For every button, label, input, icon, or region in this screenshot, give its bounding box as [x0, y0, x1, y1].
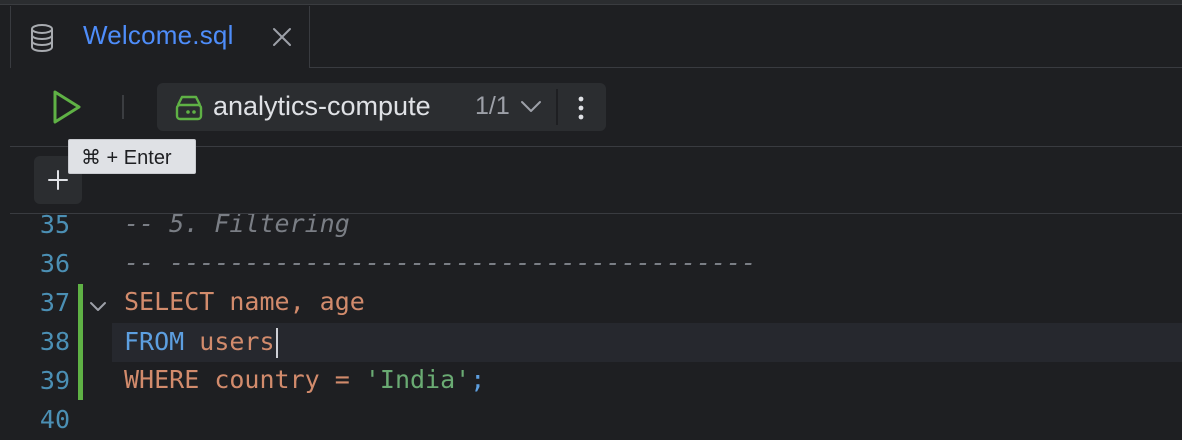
current-code-line: FROM users — [112, 323, 1182, 362]
sql-string: 'India' — [364, 365, 471, 394]
line-number: 36 — [39, 249, 70, 278]
text-cursor — [275, 328, 278, 358]
tab-welcome-sql[interactable]: Welcome.sql — [10, 6, 310, 68]
sql-keyword: WHERE — [124, 365, 200, 394]
more-vertical-icon[interactable] — [573, 95, 589, 121]
sql-identifiers: country = — [199, 365, 365, 394]
run-icon[interactable] — [48, 88, 84, 126]
code-line: -- 5. Filtering — [124, 214, 350, 238]
tab-title: Welcome.sql — [83, 20, 234, 50]
fold-chevron-icon[interactable] — [88, 300, 108, 314]
line-number: 39 — [39, 366, 70, 395]
editor-tab-bar: Welcome.sql — [10, 6, 1182, 68]
line-number: 38 — [39, 327, 70, 356]
line-number: 40 — [39, 405, 70, 434]
chevron-down-icon[interactable] — [520, 97, 542, 115]
code-line: WHERE country = 'India'; — [112, 365, 1182, 404]
server-icon — [175, 95, 203, 121]
change-marker — [78, 284, 83, 400]
code-line: -- -------------------------------------… — [124, 248, 757, 277]
line-number: 35 — [39, 214, 70, 239]
code-area[interactable]: -- 5. Filtering -- ---------------------… — [112, 214, 1182, 440]
line-number: 37 — [39, 288, 70, 317]
code-editor[interactable]: 35 36 37 38 39 40 -- 5. Filtering -- ---… — [10, 214, 1182, 440]
session-count: 1/1 — [475, 92, 510, 120]
sql-terminator: ; — [470, 365, 486, 394]
sql-identifiers: name, age — [214, 287, 365, 316]
line-number-gutter: 35 36 37 38 39 40 — [10, 214, 112, 440]
query-toolbar: analytics-compute 1/1 — [10, 68, 1182, 147]
code-line: SELECT name, age — [112, 287, 1182, 326]
plus-icon — [48, 170, 68, 190]
session-selector[interactable]: analytics-compute 1/1 — [157, 83, 606, 131]
sql-keyword: SELECT — [124, 287, 215, 316]
sql-keyword: FROM — [124, 327, 185, 356]
run-shortcut-tooltip: ⌘ + Enter — [68, 139, 196, 174]
database-icon — [31, 24, 53, 52]
window-top-border — [0, 0, 1182, 5]
session-name: analytics-compute — [213, 91, 431, 121]
close-icon[interactable] — [271, 26, 293, 48]
session-divider — [556, 89, 558, 125]
toolbar-separator — [122, 95, 124, 119]
sql-identifiers: users — [184, 327, 275, 356]
